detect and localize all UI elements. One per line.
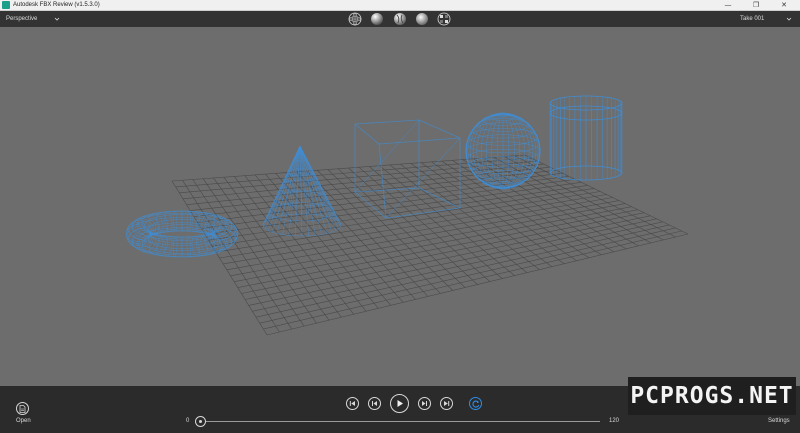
wire-cylinder[interactable] [549, 95, 623, 181]
take-dropdown[interactable]: Take 001 [738, 13, 794, 25]
take-value: Take 001 [740, 16, 765, 22]
skip-to-start-icon [349, 401, 355, 406]
open-button[interactable] [16, 402, 29, 415]
open-file-icon [19, 404, 26, 413]
wire-torus[interactable] [125, 210, 239, 258]
shaded-sphere-icon[interactable] [370, 12, 384, 26]
view-mode-dropdown[interactable]: Perspective [4, 13, 62, 25]
scene-canvas[interactable] [0, 27, 800, 386]
skip-to-start-button[interactable] [346, 397, 359, 410]
settings-label: Settings [768, 418, 790, 424]
step-back-icon [372, 401, 377, 406]
title-bar: Autodesk FBX Review (v1.5.3.0) — ❐ ✕ [0, 0, 800, 11]
skip-to-end-button[interactable] [440, 397, 453, 410]
play-icon [397, 400, 403, 407]
ground-grid [171, 154, 689, 336]
top-toolbar: Perspective Take 001 [0, 11, 800, 27]
play-button[interactable] [390, 394, 409, 413]
app-logo-icon [2, 1, 10, 9]
fbx-review-window: Autodesk FBX Review (v1.5.3.0) — ❐ ✕ Per… [0, 0, 800, 433]
timeline-thumb[interactable] [195, 416, 206, 427]
step-forward-icon [422, 401, 427, 406]
wire-cube[interactable] [354, 119, 461, 219]
close-button[interactable]: ✕ [772, 0, 796, 10]
restore-button[interactable]: ❐ [744, 0, 768, 10]
step-forward-button[interactable] [418, 397, 431, 410]
watermark: PCPROGS.NET [628, 377, 796, 415]
open-label: Open [16, 418, 31, 424]
3d-viewport[interactable] [0, 27, 800, 386]
window-title: Autodesk FBX Review (v1.5.3.0) [13, 2, 100, 8]
frame-end-label: 120 [609, 418, 620, 424]
wireframe-sphere-icon[interactable] [348, 12, 362, 26]
loop-icon [471, 400, 479, 408]
timeline-slider[interactable] [198, 421, 600, 422]
chevron-down-icon [54, 17, 60, 21]
skip-to-end-icon [444, 401, 450, 406]
wire-sphere[interactable] [465, 112, 541, 190]
step-back-button[interactable] [368, 397, 381, 410]
loop-button[interactable] [469, 397, 482, 410]
xray-sphere-icon[interactable] [437, 12, 451, 26]
view-mode-value: Perspective [6, 16, 38, 22]
chevron-down-icon [786, 17, 792, 21]
minimize-button[interactable]: — [716, 0, 740, 10]
frame-start-label: 0 [186, 418, 190, 424]
lit-sphere-icon[interactable] [415, 12, 429, 26]
textured-sphere-icon[interactable] [393, 12, 407, 26]
